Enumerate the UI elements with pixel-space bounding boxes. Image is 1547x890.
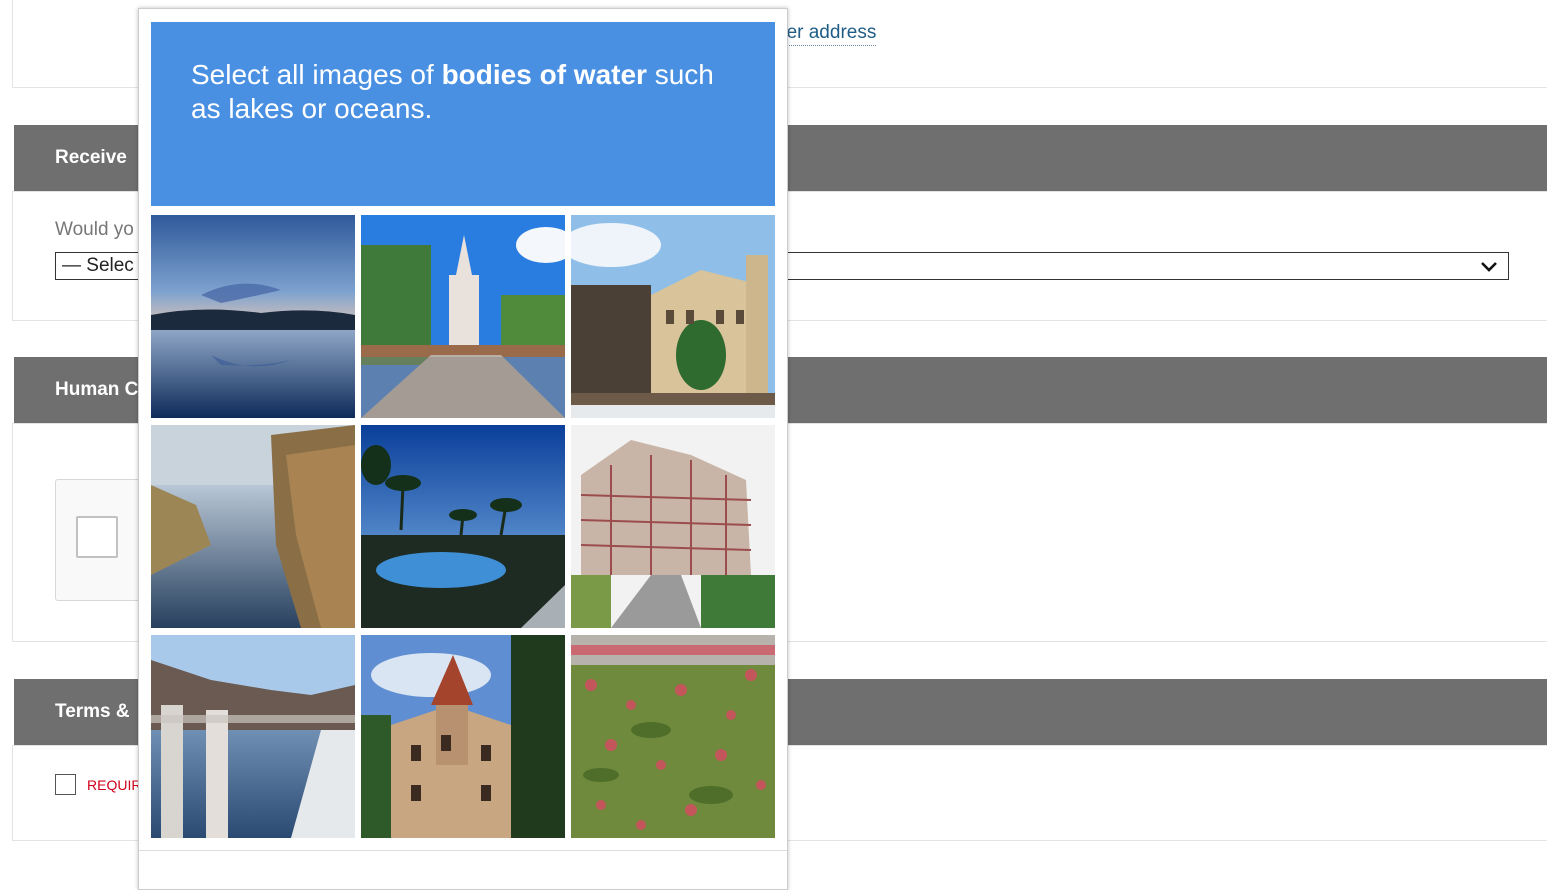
recaptcha-checkbox[interactable]	[76, 516, 118, 558]
human-check-section-title: Human C	[55, 379, 139, 400]
required-label: REQUIR	[87, 777, 142, 793]
lake-at-dusk-image[interactable]	[151, 215, 355, 418]
captcha-footer-divider	[139, 850, 787, 851]
timbered-building-image[interactable]	[571, 425, 775, 628]
chevron-down-icon	[1478, 255, 1500, 282]
captcha-image-grid	[151, 215, 775, 839]
palm-pool-image[interactable]	[361, 425, 565, 628]
receive-question: Would yo	[55, 219, 134, 240]
receive-select-value: — Selec	[62, 255, 134, 276]
captcha-header: Select all images of bodies of water suc…	[151, 22, 775, 206]
dam-reservoir-image[interactable]	[151, 635, 355, 838]
old-building-image[interactable]	[571, 215, 775, 418]
captcha-prompt: Select all images of bodies of water suc…	[191, 59, 714, 124]
receive-section-title: Receive	[55, 147, 127, 168]
captcha-target: bodies of water	[441, 59, 647, 90]
terms-checkbox[interactable]	[55, 774, 76, 795]
river-with-reeds-image[interactable]	[151, 425, 355, 628]
other-address-link[interactable]: her address	[776, 22, 877, 46]
castle-villa-image[interactable]	[361, 635, 565, 838]
captcha-challenge-popup: Select all images of bodies of water suc…	[138, 8, 788, 890]
flower-garden-image[interactable]	[571, 635, 775, 838]
church-square-image[interactable]	[361, 215, 565, 418]
terms-section-title: Terms &	[55, 701, 130, 722]
